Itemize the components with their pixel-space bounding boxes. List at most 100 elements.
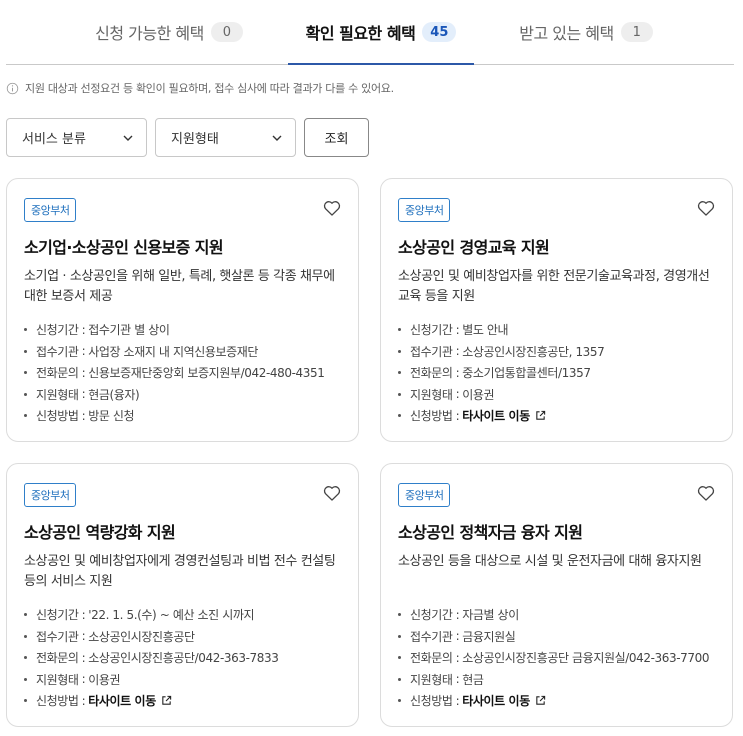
info-value: 소상공인시장진흥공단 [88,629,195,644]
info-label: 신청기간 [410,608,453,623]
info-value: '22. 1. 5.(수) ~ 예산 소진 시까지 [88,608,255,623]
info-agency: 접수기관: 소상공인시장진흥공단, 1357 [398,341,720,363]
filter-bar: 서비스 분류 지원형태 조회 [6,118,369,157]
card-title[interactable]: 소기업·소상공인 신용보증 지원 [24,234,224,258]
info-period: 신청기간: 자금별 상이 [398,604,720,626]
heart-outline-icon[interactable] [322,483,342,503]
info-label: 신청방법 [410,409,453,424]
info-label: 접수기관 [36,344,79,359]
info-phone: 전화문의: 소상공인시장진흥공단/042-363-7833 [24,647,346,669]
info-period: 신청기간: 접수기관 별 상이 [24,319,346,341]
info-agency: 접수기관: 소상공인시장진흥공단 [24,626,346,648]
service-category-select[interactable]: 서비스 분류 [6,118,147,157]
heart-outline-icon[interactable] [322,198,342,218]
info-phone: 전화문의: 소상공인시장진흥공단 금융지원실/042-363-7700 [398,647,720,669]
info-value: 소상공인시장진흥공단 금융지원실/042-363-7700 [462,651,710,666]
benefit-card[interactable]: 중앙부처 소상공인 정책자금 융자 지원 소상공인 등을 대상으로 시설 및 운… [380,463,733,727]
card-info-list: 신청기간: 별도 안내 접수기관: 소상공인시장진흥공단, 1357 전화문의: 중소… [398,319,720,427]
card-title[interactable]: 소상공인 역량강화 지원 [24,519,176,543]
info-label: 전화문의 [36,651,79,666]
notice-message: 지원 대상과 선정요건 등 확인이 필요하며, 접수 심사에 따라 결과가 다를… [6,80,394,96]
info-value: 현금(융자) [88,387,140,402]
external-link-icon [536,696,546,705]
info-value: 중소기업통합콜센터/1357 [462,366,591,381]
info-support-type: 지원형태: 이용권 [24,669,346,691]
info-method: 신청방법: 타사이트 이동 [24,690,346,712]
info-label: 접수기관 [410,629,453,644]
category-badge: 중앙부처 [24,198,77,222]
info-label: 전화문의 [36,366,79,381]
link-text: 타사이트 이동 [462,694,530,709]
tab-count-badge: 0 [210,22,243,42]
card-info-list: 신청기간: 접수기관 별 상이 접수기관: 사업장 소재지 내 지역신용보증재단 전… [24,319,346,427]
info-value: 이용권 [88,672,121,687]
card-description: 소기업 · 소상공인을 위해 일반, 특례, 햇살론 등 각종 채무에 대한 보… [24,269,335,304]
tab-label: 신청 가능한 혜택 [95,24,204,43]
heart-outline-icon[interactable] [696,483,716,503]
info-label: 전화문의 [410,651,453,666]
card-description: 소상공인 및 예비창업자에게 경영컨설팅과 비법 전수 컨설팅 등의 서비스 지… [24,554,336,589]
info-support-type: 지원형태: 이용권 [398,384,720,406]
tab-needs-check-benefits[interactable]: 확인 필요한 혜택 45 [288,0,474,65]
external-site-link[interactable]: 타사이트 이동 [462,407,546,424]
tab-available-benefits[interactable]: 신청 가능한 혜택 0 [84,0,254,64]
external-link-icon [162,696,172,705]
info-label: 전화문의 [410,366,453,381]
external-site-link[interactable]: 타사이트 이동 [88,692,172,709]
info-period: 신청기간: '22. 1. 5.(수) ~ 예산 소진 시까지 [24,604,346,626]
card-title[interactable]: 소상공인 경영교육 지원 [398,234,550,258]
info-label: 접수기관 [36,629,79,644]
info-phone: 전화문의: 중소기업통합콜센터/1357 [398,362,720,384]
info-label: 접수기관 [410,344,453,359]
info-label: 신청방법 [36,694,79,709]
search-button[interactable]: 조회 [304,118,369,157]
tab-count-badge: 1 [620,22,653,42]
benefit-card[interactable]: 중앙부처 소상공인 경영교육 지원 소상공인 및 예비창업자를 위한 전문기술교… [380,178,733,442]
info-label: 신청방법 [410,694,453,709]
info-label: 지원형태 [410,387,453,402]
info-value: 사업장 소재지 내 지역신용보증재단 [88,344,259,359]
card-info-list: 신청기간: '22. 1. 5.(수) ~ 예산 소진 시까지 접수기관: 소상공인… [24,604,346,712]
external-link-icon [536,411,546,420]
support-type-select[interactable]: 지원형태 [155,118,296,157]
external-site-link[interactable]: 타사이트 이동 [462,692,546,709]
benefit-card[interactable]: 중앙부처 소기업·소상공인 신용보증 지원 소기업 · 소상공인을 위해 일반,… [6,178,359,442]
info-label: 지원형태 [36,387,79,402]
info-circle-icon [6,82,19,94]
info-label: 지원형태 [36,672,79,687]
info-method: 신청방법: 방문 신청 [24,405,346,427]
chevron-down-icon [123,135,133,141]
tab-label: 받고 있는 혜택 [519,24,614,43]
info-label: 신청기간 [36,608,79,623]
info-value: 별도 안내 [462,323,509,338]
info-label: 신청방법 [36,409,79,424]
info-support-type: 지원형태: 현금(융자) [24,384,346,406]
info-value: 자금별 상이 [462,608,519,623]
info-value: 접수기관 별 상이 [88,323,170,338]
info-value: 방문 신청 [88,409,135,424]
info-label: 신청기간 [410,323,453,338]
info-value: 현금 [462,672,484,687]
info-support-type: 지원형태: 현금 [398,669,720,691]
info-value: 신용보증재단중앙회 보증지원부/042-480-4351 [88,366,325,381]
tab-receiving-benefits[interactable]: 받고 있는 혜택 1 [506,0,666,64]
category-badge: 중앙부처 [24,483,77,507]
link-text: 타사이트 이동 [462,409,530,424]
card-description: 소상공인 및 예비창업자를 위한 전문기술교육과정, 경영개선교육 등을 지원 [398,269,710,304]
heart-outline-icon[interactable] [696,198,716,218]
info-value: 이용권 [462,387,495,402]
benefit-card[interactable]: 중앙부처 소상공인 역량강화 지원 소상공인 및 예비창업자에게 경영컨설팅과 … [6,463,359,727]
info-label: 지원형태 [410,672,453,687]
select-value: 지원형태 [171,132,219,147]
info-value: 소상공인시장진흥공단, 1357 [462,344,605,359]
select-value: 서비스 분류 [22,132,86,147]
card-title[interactable]: 소상공인 정책자금 융자 지원 [398,519,583,543]
info-phone: 전화문의: 신용보증재단중앙회 보증지원부/042-480-4351 [24,362,346,384]
info-value: 금융지원실 [462,629,516,644]
chevron-down-icon [272,135,282,141]
tab-label: 확인 필요한 혜택 [305,24,416,43]
info-period: 신청기간: 별도 안내 [398,319,720,341]
info-method: 신청방법: 타사이트 이동 [398,690,720,712]
link-text: 타사이트 이동 [88,694,156,709]
info-method: 신청방법: 타사이트 이동 [398,405,720,427]
